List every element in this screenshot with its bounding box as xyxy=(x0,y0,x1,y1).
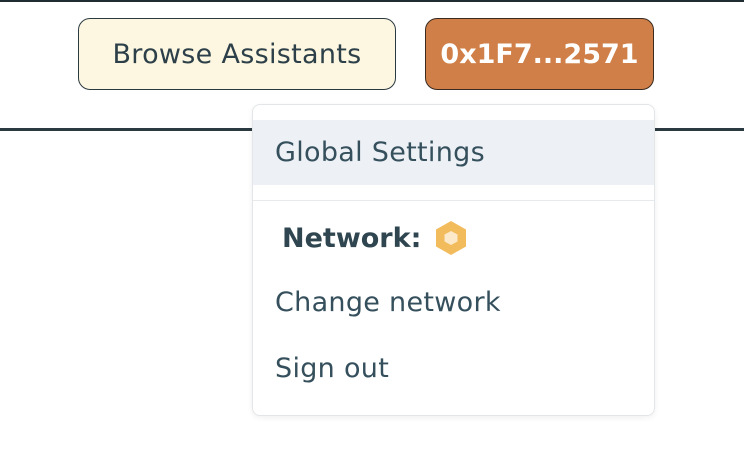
page: Browse Assistants 0x1F7...2571 Global Se… xyxy=(0,0,744,456)
account-dropdown-menu: Global Settings Network: Change network … xyxy=(252,104,655,416)
sign-out-label: Sign out xyxy=(275,352,390,384)
menu-item-sign-out[interactable]: Sign out xyxy=(253,339,654,397)
global-settings-label: Global Settings xyxy=(275,137,485,168)
top-border xyxy=(0,0,744,2)
menu-item-change-network[interactable]: Change network xyxy=(253,273,654,331)
browse-assistants-label: Browse Assistants xyxy=(112,38,362,70)
hexagon-network-icon xyxy=(433,220,469,256)
wallet-address-button[interactable]: 0x1F7...2571 xyxy=(425,18,654,90)
network-row: Network: xyxy=(253,215,654,261)
network-label: Network: xyxy=(282,222,422,254)
change-network-label: Change network xyxy=(275,286,501,318)
wallet-address-label: 0x1F7...2571 xyxy=(440,38,639,70)
menu-item-global-settings[interactable]: Global Settings xyxy=(253,120,654,185)
menu-divider xyxy=(253,200,654,201)
browse-assistants-button[interactable]: Browse Assistants xyxy=(78,18,396,90)
